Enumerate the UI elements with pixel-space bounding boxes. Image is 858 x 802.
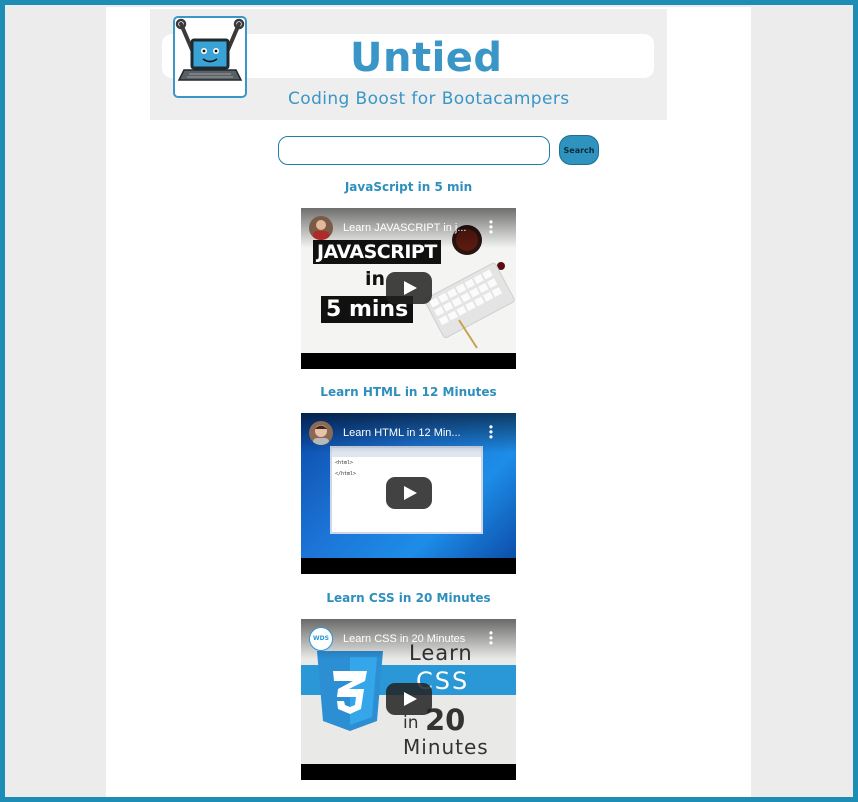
play-icon[interactable] xyxy=(386,477,432,509)
player-title[interactable]: Learn HTML in 12 Min... xyxy=(343,427,483,439)
search-input[interactable] xyxy=(278,136,550,165)
thumb-code-line-2: </html> xyxy=(335,471,357,477)
play-icon[interactable] xyxy=(386,272,432,304)
video-title-css: Learn CSS in 20 Minutes xyxy=(326,591,491,605)
thumb-caption-line-2: in xyxy=(365,268,386,290)
player-bottom-bar xyxy=(301,764,516,780)
page-content: Untied Coding Boost for Bootacampers Sea… xyxy=(106,7,751,797)
channel-badge: WDS xyxy=(313,635,329,642)
person-icon xyxy=(313,220,329,240)
video-player-javascript[interactable]: JAVASCRIPT in 5 mins Learn JAVASCRIPT in… xyxy=(301,208,516,369)
player-title[interactable]: Learn CSS in 20 Minutes xyxy=(343,633,483,645)
player-bottom-bar xyxy=(301,353,516,369)
video-title-html: Learn HTML in 12 Minutes xyxy=(320,385,497,399)
laptop-robot-icon xyxy=(175,18,245,81)
channel-avatar[interactable] xyxy=(309,216,333,240)
thumb-caption-in: in xyxy=(403,713,419,733)
more-options-icon[interactable]: • • • xyxy=(487,627,495,649)
more-options-icon[interactable]: • • • xyxy=(487,421,495,443)
thumb-code-line-1: <html> xyxy=(335,460,354,466)
video-player-css[interactable]: Learn CSS in 20 Minutes WDS Learn CSS in… xyxy=(301,619,516,780)
person-icon xyxy=(313,425,329,445)
more-options-icon[interactable]: • • • xyxy=(487,216,495,238)
channel-avatar[interactable]: WDS xyxy=(309,627,333,651)
player-bottom-bar xyxy=(301,558,516,574)
tagline: Coding Boost for Bootacampers xyxy=(288,89,570,109)
header-banner: Untied Coding Boost for Bootacampers xyxy=(150,9,667,120)
logo xyxy=(173,16,247,98)
thumb-caption-minutes: Minutes xyxy=(403,735,489,759)
search-button[interactable]: Search xyxy=(559,135,599,165)
channel-avatar[interactable] xyxy=(309,421,333,445)
player-title[interactable]: Learn JAVASCRIPT in j... xyxy=(343,222,483,234)
video-title-javascript: JavaScript in 5 min xyxy=(344,180,473,194)
brand-name: Untied xyxy=(350,35,503,81)
play-icon[interactable] xyxy=(386,683,432,715)
video-player-html[interactable]: <html> </html> Learn HTML in 12 Min... •… xyxy=(301,413,516,574)
